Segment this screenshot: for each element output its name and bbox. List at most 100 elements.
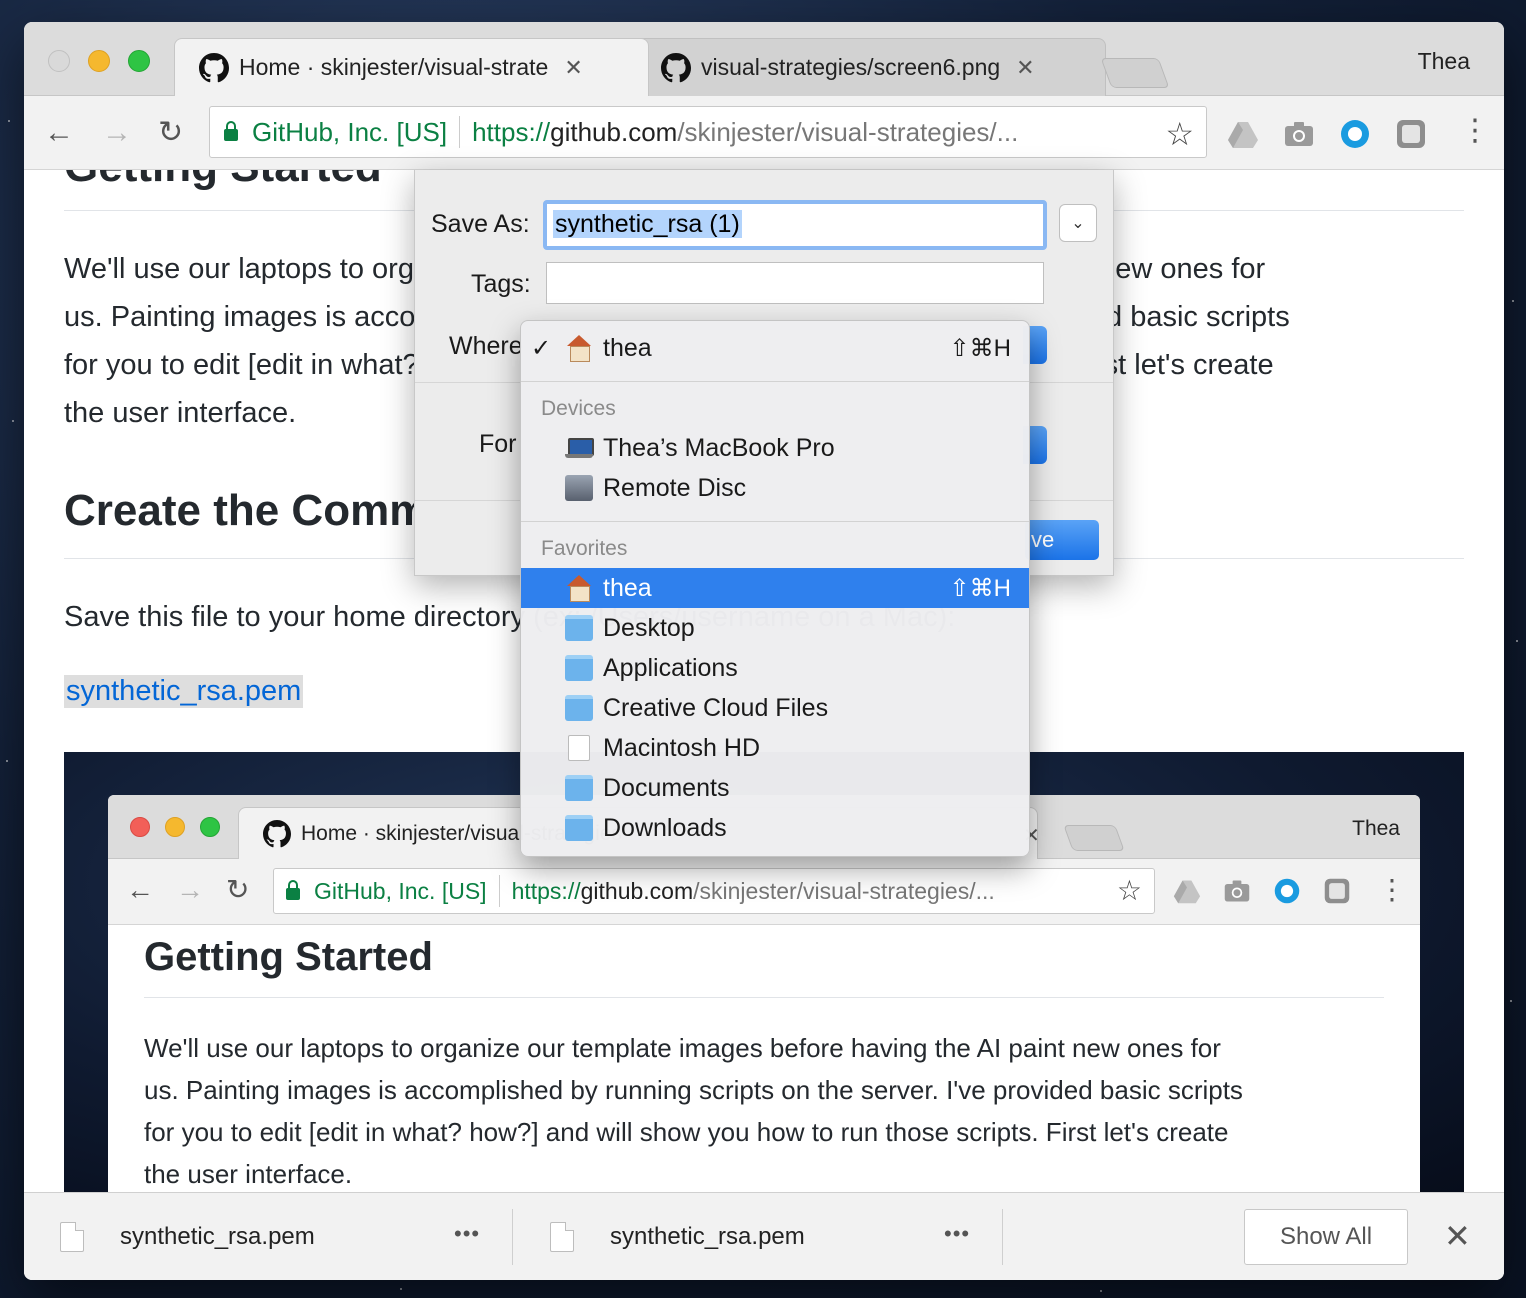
- tab-title: Home · skinjester/visual-strate: [239, 54, 549, 80]
- tab-home[interactable]: Home · skinjester/visual-strate ✕: [174, 38, 649, 96]
- menu-item-label: Creative Cloud Files: [603, 693, 829, 722]
- reload-icon[interactable]: ↻: [158, 116, 183, 150]
- embedded-close-light: [130, 817, 150, 837]
- tab-screen6[interactable]: visual-strategies/screen6.png ✕: [636, 38, 1106, 96]
- download-item[interactable]: synthetic_rsa.pem: [60, 1193, 315, 1280]
- menu-item-macbook[interactable]: Thea’s MacBook Pro: [521, 428, 1029, 468]
- save-button[interactable]: ve: [1025, 520, 1099, 560]
- zoom-window-button[interactable]: [128, 50, 150, 72]
- github-icon: [263, 819, 291, 847]
- forward-arrow-icon[interactable]: →: [102, 116, 132, 150]
- menu-kebab-icon[interactable]: ⋮: [1460, 114, 1490, 148]
- omnibox-separator: [498, 875, 500, 907]
- menu-item-applications[interactable]: Applications: [521, 648, 1029, 688]
- documents-folder-icon: [565, 775, 593, 801]
- menu-item-documents[interactable]: Documents: [521, 768, 1029, 808]
- ev-certificate-name: GitHub, Inc. [US]: [252, 116, 448, 147]
- circle-icon: [1274, 878, 1300, 904]
- embedded-url-path: /skinjester/visual-strategies/...: [693, 877, 995, 904]
- menu-item-desktop[interactable]: Desktop: [521, 608, 1029, 648]
- embedded-window-controls: [130, 817, 220, 837]
- embedded-reload-icon: ↻: [226, 874, 250, 905]
- save-button-label: ve: [1031, 527, 1055, 552]
- menu-separator: [521, 521, 1029, 522]
- bookmark-star-icon[interactable]: ☆: [1165, 115, 1194, 153]
- menu-separator: [521, 381, 1029, 382]
- paragraph-line: us. Painting images is accomplished by r…: [144, 1075, 1243, 1105]
- close-tab-icon[interactable]: ✕: [1016, 55, 1034, 81]
- drive-document-icon: [568, 735, 590, 761]
- embedded-paragraph: We'll use our laptops to organize our te…: [144, 1027, 1394, 1192]
- menu-item-shortcut: ⇧⌘H: [949, 334, 1011, 362]
- paragraph-line: We'll use our laptops to organize our te…: [144, 1033, 1221, 1063]
- menu-item-label: Downloads: [603, 813, 727, 842]
- close-shelf-icon[interactable]: ✕: [1444, 1217, 1471, 1255]
- address-bar[interactable]: GitHub, Inc. [US] https:// github.com /s…: [209, 106, 1207, 158]
- menu-item-thea[interactable]: thea ⇧⌘H: [521, 568, 1029, 608]
- drive-icon[interactable]: [1227, 118, 1259, 150]
- url-path: /skinjester/visual-strategies/...: [677, 116, 1019, 147]
- menu-item-label: Macintosh HD: [603, 733, 760, 762]
- embedded-menu-kebab-icon: ⋮: [1378, 874, 1406, 905]
- save-as-value: synthetic_rsa (1): [553, 210, 742, 238]
- new-tab-button[interactable]: [1100, 58, 1170, 88]
- omnibox-separator: [459, 116, 461, 148]
- download-filename: synthetic_rsa.pem: [120, 1223, 315, 1250]
- download-link[interactable]: synthetic_rsa.pem: [64, 675, 304, 708]
- save-as-label: Save As:: [431, 210, 530, 238]
- menu-item-downloads[interactable]: Downloads: [521, 808, 1029, 848]
- embedded-zoom-light: [200, 817, 220, 837]
- github-icon: [199, 52, 229, 82]
- download-options-icon[interactable]: •••: [454, 1221, 480, 1247]
- back-arrow-icon[interactable]: ←: [44, 116, 74, 150]
- menu-section-favorites: Favorites: [541, 537, 628, 560]
- profile-name[interactable]: Thea: [1418, 48, 1470, 75]
- menu-item-macintosh-hd[interactable]: Macintosh HD: [521, 728, 1029, 768]
- applications-folder-icon: [565, 655, 593, 681]
- chevron-down-icon: ⌄: [1071, 215, 1085, 232]
- save-as-field[interactable]: synthetic_rsa (1): [543, 200, 1047, 250]
- camera-icon: [1224, 880, 1250, 902]
- creative-cloud-folder-icon: [565, 695, 593, 721]
- paragraph-line: for you to edit [edit in what? how?] and…: [144, 1117, 1229, 1147]
- github-icon: [661, 52, 691, 82]
- tags-label: Tags:: [471, 270, 531, 298]
- window-controls: [48, 50, 150, 72]
- home-icon: [565, 575, 593, 602]
- close-tab-icon[interactable]: ✕: [564, 55, 582, 81]
- where-menu: ✓ thea ⇧⌘H Devices Thea’s MacBook Pro Re…: [520, 320, 1030, 857]
- menu-item-label: Thea’s MacBook Pro: [603, 433, 835, 462]
- minimize-window-button[interactable]: [88, 50, 110, 72]
- menu-item-creative-cloud[interactable]: Creative Cloud Files: [521, 688, 1029, 728]
- download-item[interactable]: synthetic_rsa.pem: [550, 1193, 805, 1280]
- embedded-heading-rule: [144, 997, 1384, 998]
- tags-field[interactable]: [546, 262, 1044, 304]
- menu-item-label: Documents: [603, 773, 730, 802]
- embedded-bookmark-star-icon: ☆: [1116, 875, 1142, 906]
- show-all-button[interactable]: Show All: [1244, 1209, 1408, 1265]
- expand-dialog-button[interactable]: ⌄: [1059, 204, 1097, 242]
- shield-icon[interactable]: [1395, 118, 1427, 150]
- format-label: For: [479, 430, 517, 458]
- close-window-button[interactable]: [48, 50, 70, 72]
- embedded-back-arrow-icon: ←: [126, 874, 154, 905]
- page-heading: Getting Started: [64, 170, 382, 192]
- embedded-ev-name: GitHub, Inc. [US]: [314, 877, 487, 904]
- download-options-icon[interactable]: •••: [944, 1221, 970, 1247]
- download-shelf: synthetic_rsa.pem ••• synthetic_rsa.pem …: [24, 1192, 1504, 1280]
- embedded-heading: Getting Started: [144, 935, 433, 979]
- home-icon: [565, 335, 593, 362]
- circle-icon[interactable]: [1339, 118, 1371, 150]
- menu-item-label: thea: [603, 573, 652, 602]
- menu-item-remote-disc[interactable]: Remote Disc: [521, 468, 1029, 508]
- downloads-folder-icon: [565, 815, 593, 841]
- laptop-icon: [565, 435, 594, 461]
- camera-icon[interactable]: [1283, 118, 1315, 150]
- embedded-url-scheme: https://: [511, 877, 581, 904]
- desktop-folder-icon: [565, 615, 593, 641]
- embedded-profile-name: Thea: [1352, 817, 1400, 840]
- embedded-address-bar: GitHub, Inc. [US] https:// github.com /s…: [273, 868, 1155, 914]
- paragraph-line: the user interface.: [144, 1159, 353, 1189]
- tab-title: visual-strategies/screen6.png: [701, 54, 1001, 80]
- menu-item-current-thea[interactable]: ✓ thea ⇧⌘H: [521, 328, 1029, 368]
